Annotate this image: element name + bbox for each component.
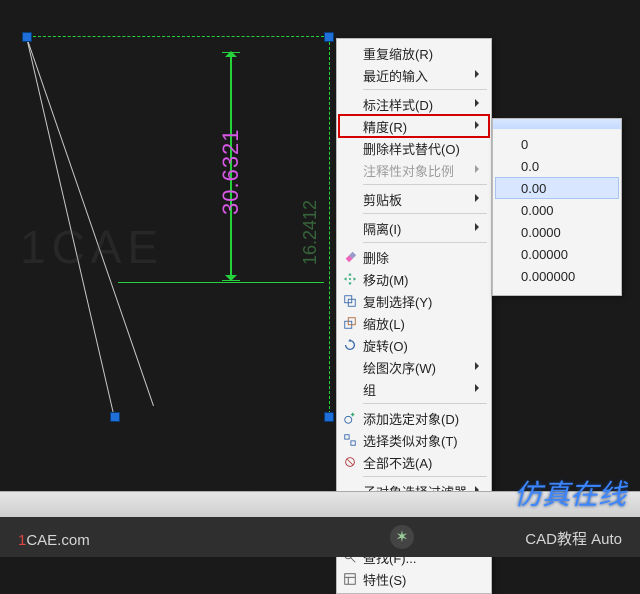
menu-scale[interactable]: 缩放(L) xyxy=(339,312,489,334)
menu-annotative-scale: 注释性对象比例 xyxy=(339,159,489,181)
menu-rotate[interactable]: 旋转(O) xyxy=(339,334,489,356)
add-selected-icon xyxy=(342,410,358,426)
submenu-header xyxy=(493,119,621,129)
copy-icon xyxy=(342,293,358,309)
precision-option-5[interactable]: 0.00000 xyxy=(495,243,619,265)
watermark-title: CAD教程 Auto xyxy=(525,528,622,549)
move-icon xyxy=(342,271,358,287)
menu-add-selected[interactable]: 添加选定对象(D) xyxy=(339,407,489,429)
menu-separator xyxy=(363,184,487,185)
menu-copy-selection[interactable]: 复制选择(Y) xyxy=(339,290,489,312)
menu-separator xyxy=(363,476,487,477)
precision-option-1[interactable]: 0.0 xyxy=(495,155,619,177)
menu-separator xyxy=(363,242,487,243)
menu-separator xyxy=(363,213,487,214)
menu-precision[interactable]: 精度(R) xyxy=(339,115,489,137)
deselect-icon xyxy=(342,454,358,470)
precision-submenu: 0 0.0 0.00 0.000 0.0000 0.00000 0.000000 xyxy=(492,118,622,296)
grip-handle[interactable] xyxy=(324,412,334,422)
drawn-line xyxy=(118,282,324,283)
watermark-site: 1CAE.com xyxy=(18,532,90,549)
precision-option-4[interactable]: 0.0000 xyxy=(495,221,619,243)
menu-properties[interactable]: 特性(S) xyxy=(339,568,489,590)
precision-option-3[interactable]: 0.000 xyxy=(495,199,619,221)
menu-draw-order[interactable]: 绘图次序(W) xyxy=(339,356,489,378)
scale-icon xyxy=(342,315,358,331)
select-similar-icon xyxy=(342,432,358,448)
wechat-avatar-icon: ✶ xyxy=(390,525,414,549)
grip-handle[interactable] xyxy=(22,32,32,42)
selection-marquee-top xyxy=(28,36,324,37)
menu-repeat[interactable]: 重复缩放(R) xyxy=(339,42,489,64)
menu-group[interactable]: 组 xyxy=(339,378,489,400)
selection-marquee-right xyxy=(329,42,330,414)
menu-deselect-all[interactable]: 全部不选(A) xyxy=(339,451,489,473)
watermark-text: 1CAE xyxy=(20,220,164,274)
menu-recent-input[interactable]: 最近的输入 xyxy=(339,64,489,86)
grip-handle[interactable] xyxy=(324,32,334,42)
menu-select-similar[interactable]: 选择类似对象(T) xyxy=(339,429,489,451)
erase-icon xyxy=(342,249,358,265)
menu-separator xyxy=(363,403,487,404)
rotate-icon xyxy=(342,337,358,353)
watermark-cn: 仿真在线 xyxy=(514,473,626,513)
menu-isolate[interactable]: 隔离(I) xyxy=(339,217,489,239)
precision-option-6[interactable]: 0.000000 xyxy=(495,265,619,287)
precision-option-2[interactable]: 0.00 xyxy=(495,177,619,199)
dimension-text[interactable]: 30.6321 xyxy=(218,128,244,215)
precision-option-0[interactable]: 0 xyxy=(495,133,619,155)
menu-separator xyxy=(363,89,487,90)
dimension-text-secondary: 16.2412 xyxy=(300,200,321,265)
menu-dim-style[interactable]: 标注样式(D) xyxy=(339,93,489,115)
menu-clipboard[interactable]: 剪贴板 xyxy=(339,188,489,210)
menu-erase[interactable]: 删除 xyxy=(339,246,489,268)
menu-remove-override[interactable]: 删除样式替代(O) xyxy=(339,137,489,159)
properties-icon xyxy=(342,571,358,587)
grip-handle[interactable] xyxy=(110,412,120,422)
menu-move[interactable]: 移动(M) xyxy=(339,268,489,290)
